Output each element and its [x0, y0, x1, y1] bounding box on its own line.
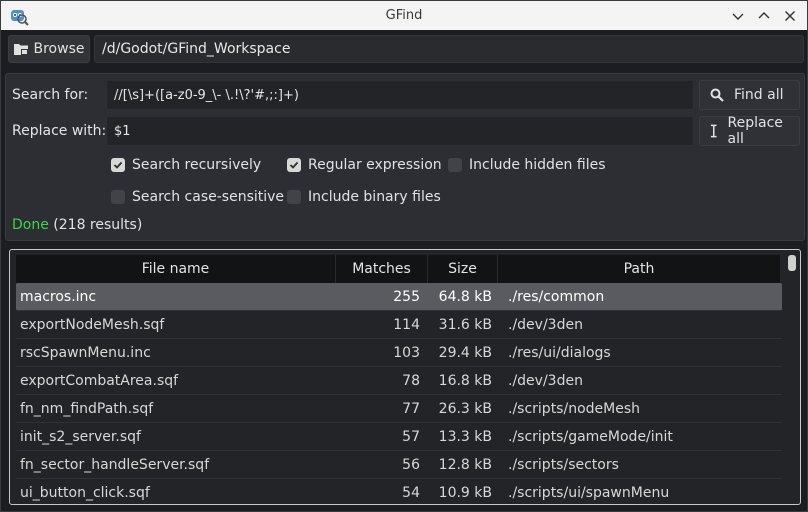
table-row[interactable]: fn_nm_findPath.sqf 77 26.3 kB ./scripts/…: [16, 395, 782, 423]
find-all-button[interactable]: Find all: [699, 80, 800, 110]
include-hidden-files-checkbox[interactable]: Include hidden files: [448, 157, 606, 173]
text-cursor-icon: [710, 124, 717, 138]
checkbox-checked-icon: [111, 158, 125, 172]
include-hidden-files-label: Include hidden files: [469, 157, 606, 173]
include-binary-files-checkbox[interactable]: Include binary files: [287, 189, 441, 205]
cell-file-name: ui_button_click.sqf: [20, 484, 150, 501]
cell-path: ./dev/3den: [508, 316, 583, 333]
cell-matches: 56: [402, 456, 420, 473]
table-row[interactable]: ui_button_click.sqf 54 10.9 kB ./scripts…: [16, 479, 782, 504]
cell-size: 16.8 kB: [438, 372, 492, 389]
column-header-file-name[interactable]: File name: [16, 255, 336, 283]
result-count: (218 results): [53, 217, 143, 233]
cell-file-name: fn_sector_handleServer.sqf: [20, 456, 210, 473]
cell-file-name: exportCombatArea.sqf: [20, 372, 179, 389]
table-row[interactable]: macros.inc 255 64.8 kB ./res/common: [16, 283, 782, 311]
cell-path: ./res/common: [508, 288, 605, 305]
table-row[interactable]: rscSpawnMenu.inc 103 29.4 kB ./res/ui/di…: [16, 339, 782, 367]
minimize-button[interactable]: [727, 5, 749, 27]
cell-matches: 54: [402, 484, 420, 501]
cell-size: 64.8 kB: [438, 288, 492, 305]
regular-expression-label: Regular expression: [308, 157, 442, 173]
cell-matches: 103: [393, 344, 420, 361]
replace-all-label: Replace all: [727, 115, 783, 147]
cell-path: ./scripts/nodeMesh: [508, 400, 640, 417]
column-header-matches[interactable]: Matches: [336, 255, 428, 283]
results-table: File name Matches Size Path macros.inc 2…: [9, 249, 801, 505]
table-row[interactable]: exportNodeMesh.sqf 114 31.6 kB ./dev/3de…: [16, 311, 782, 339]
case-sensitive-checkbox[interactable]: Search case-sensitive: [111, 189, 284, 205]
cell-size: 26.3 kB: [438, 400, 492, 417]
cell-size: 10.9 kB: [438, 484, 492, 501]
window-controls: [727, 5, 801, 27]
chevron-up-icon: [758, 12, 770, 19]
cell-size: 31.6 kB: [438, 316, 492, 333]
search-options-panel: Search for: //[\s]+([a-z0-9_\- \.!\?'#,;…: [5, 73, 805, 241]
table-row[interactable]: exportCombatArea.sqf 78 16.8 kB ./dev/3d…: [16, 367, 782, 395]
search-icon: [710, 88, 724, 102]
search-recursively-checkbox[interactable]: Search recursively: [111, 157, 261, 173]
include-binary-files-label: Include binary files: [308, 189, 441, 205]
cell-file-name: init_s2_server.sqf: [20, 428, 141, 445]
cell-size: 29.4 kB: [438, 344, 492, 361]
workspace-path-field[interactable]: /d/Godot/GFind_Workspace: [94, 35, 804, 63]
cell-path: ./scripts/ui/spawnMenu: [508, 484, 670, 501]
checkbox-unchecked-icon: [111, 190, 125, 204]
cell-file-name: rscSpawnMenu.inc: [20, 344, 151, 361]
results-scrollbar[interactable]: [788, 255, 796, 499]
table-row[interactable]: fn_sector_handleServer.sqf 56 12.8 kB ./…: [16, 451, 782, 479]
search-label: Search for:: [12, 87, 89, 103]
browse-button-label: Browse: [33, 41, 85, 57]
app-window: GFind Browse /d/Godot/GFind_Workspace Se…: [0, 0, 808, 512]
table-row[interactable]: init_s2_server.sqf 57 13.3 kB ./scripts/…: [16, 423, 782, 451]
browse-row: Browse /d/Godot/GFind_Workspace: [8, 35, 804, 63]
window-title: GFind: [385, 8, 423, 23]
cell-matches: 114: [393, 316, 420, 333]
cell-file-name: exportNodeMesh.sqf: [20, 316, 165, 333]
table-body: macros.inc 255 64.8 kB ./res/common expo…: [16, 283, 782, 504]
search-status: Done (218 results): [12, 217, 142, 233]
cell-matches: 57: [402, 428, 420, 445]
title-bar[interactable]: GFind: [1, 1, 807, 30]
checkbox-unchecked-icon: [448, 158, 462, 172]
replace-input[interactable]: $1: [106, 116, 694, 146]
close-icon: [785, 11, 795, 21]
cell-path: ./dev/3den: [508, 372, 583, 389]
cell-file-name: fn_nm_findPath.sqf: [20, 400, 154, 417]
column-header-size[interactable]: Size: [428, 255, 498, 283]
cell-file-name: macros.inc: [20, 288, 97, 305]
close-button[interactable]: [779, 5, 801, 27]
find-all-label: Find all: [734, 87, 784, 103]
replace-label: Replace with:: [12, 123, 107, 139]
cell-path: ./scripts/sectors: [508, 456, 619, 473]
folder-icon: [13, 44, 28, 55]
regular-expression-checkbox[interactable]: Regular expression: [287, 157, 442, 173]
checkbox-unchecked-icon: [287, 190, 301, 204]
cell-size: 12.8 kB: [438, 456, 492, 473]
maximize-button[interactable]: [753, 5, 775, 27]
column-header-path[interactable]: Path: [498, 255, 780, 283]
godot-search-icon: [11, 10, 29, 26]
checkbox-checked-icon: [287, 158, 301, 172]
search-recursively-label: Search recursively: [132, 157, 262, 173]
table-header: File name Matches Size Path: [16, 255, 780, 283]
cell-path: ./res/ui/dialogs: [508, 344, 611, 361]
browse-button[interactable]: Browse: [8, 35, 90, 63]
cell-matches: 255: [393, 288, 420, 305]
cell-path: ./scripts/gameMode/init: [508, 428, 673, 445]
cell-matches: 78: [402, 372, 420, 389]
cell-matches: 77: [402, 400, 420, 417]
status-state: Done: [12, 217, 49, 233]
case-sensitive-label: Search case-sensitive: [132, 189, 285, 205]
replace-all-button[interactable]: Replace all: [699, 115, 800, 147]
chevron-down-icon: [732, 13, 744, 20]
scrollbar-thumb[interactable]: [788, 255, 796, 271]
search-input[interactable]: //[\s]+([a-z0-9_\- \.!\?'#,;:]+): [106, 80, 694, 110]
cell-size: 13.3 kB: [438, 428, 492, 445]
